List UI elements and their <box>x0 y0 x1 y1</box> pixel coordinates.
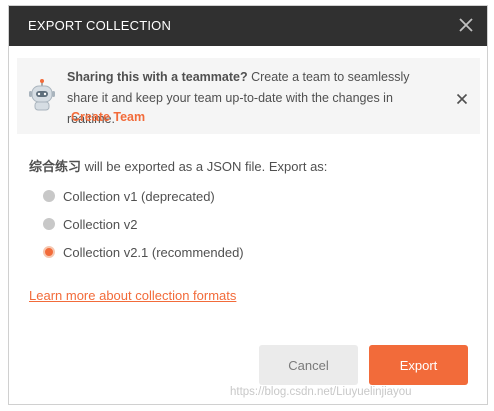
create-team-link[interactable]: Create Team <box>71 110 145 124</box>
close-icon[interactable] <box>457 16 475 34</box>
option-label: Collection v2.1 (recommended) <box>63 244 244 260</box>
banner-close-icon[interactable] <box>456 93 468 105</box>
radio-button[interactable] <box>43 218 55 230</box>
export-button[interactable]: Export <box>369 345 468 385</box>
watermark: https://blog.csdn.net/Liuyuelinjiayou <box>230 386 412 398</box>
option-label: Collection v2 <box>63 216 138 232</box>
team-banner: Sharing this with a teammate? Create a t… <box>17 58 480 134</box>
dialog-header: EXPORT COLLECTION <box>9 6 487 46</box>
option-label: Collection v1 (deprecated) <box>63 188 215 204</box>
dialog-title: EXPORT COLLECTION <box>28 18 172 33</box>
learn-more-link[interactable]: Learn more about collection formats <box>29 288 236 303</box>
option-collection-v1[interactable]: Collection v1 (deprecated) <box>43 186 215 206</box>
radio-button[interactable] <box>43 190 55 202</box>
robot-icon <box>29 79 55 111</box>
collection-name: 综合练习 <box>29 159 82 174</box>
banner-bold-text: Sharing this with a teammate? <box>67 70 248 84</box>
cancel-button[interactable]: Cancel <box>259 345 358 385</box>
export-intro: 综合练习 will be exported as a JSON file. Ex… <box>29 156 327 175</box>
option-collection-v2-1[interactable]: Collection v2.1 (recommended) <box>43 242 244 262</box>
export-dialog: EXPORT COLLECTION Sharing this with a te… <box>8 5 488 405</box>
radio-button-selected[interactable] <box>43 246 55 258</box>
option-collection-v2[interactable]: Collection v2 <box>43 214 137 234</box>
intro-text: will be exported as a JSON file. Export … <box>84 159 328 174</box>
